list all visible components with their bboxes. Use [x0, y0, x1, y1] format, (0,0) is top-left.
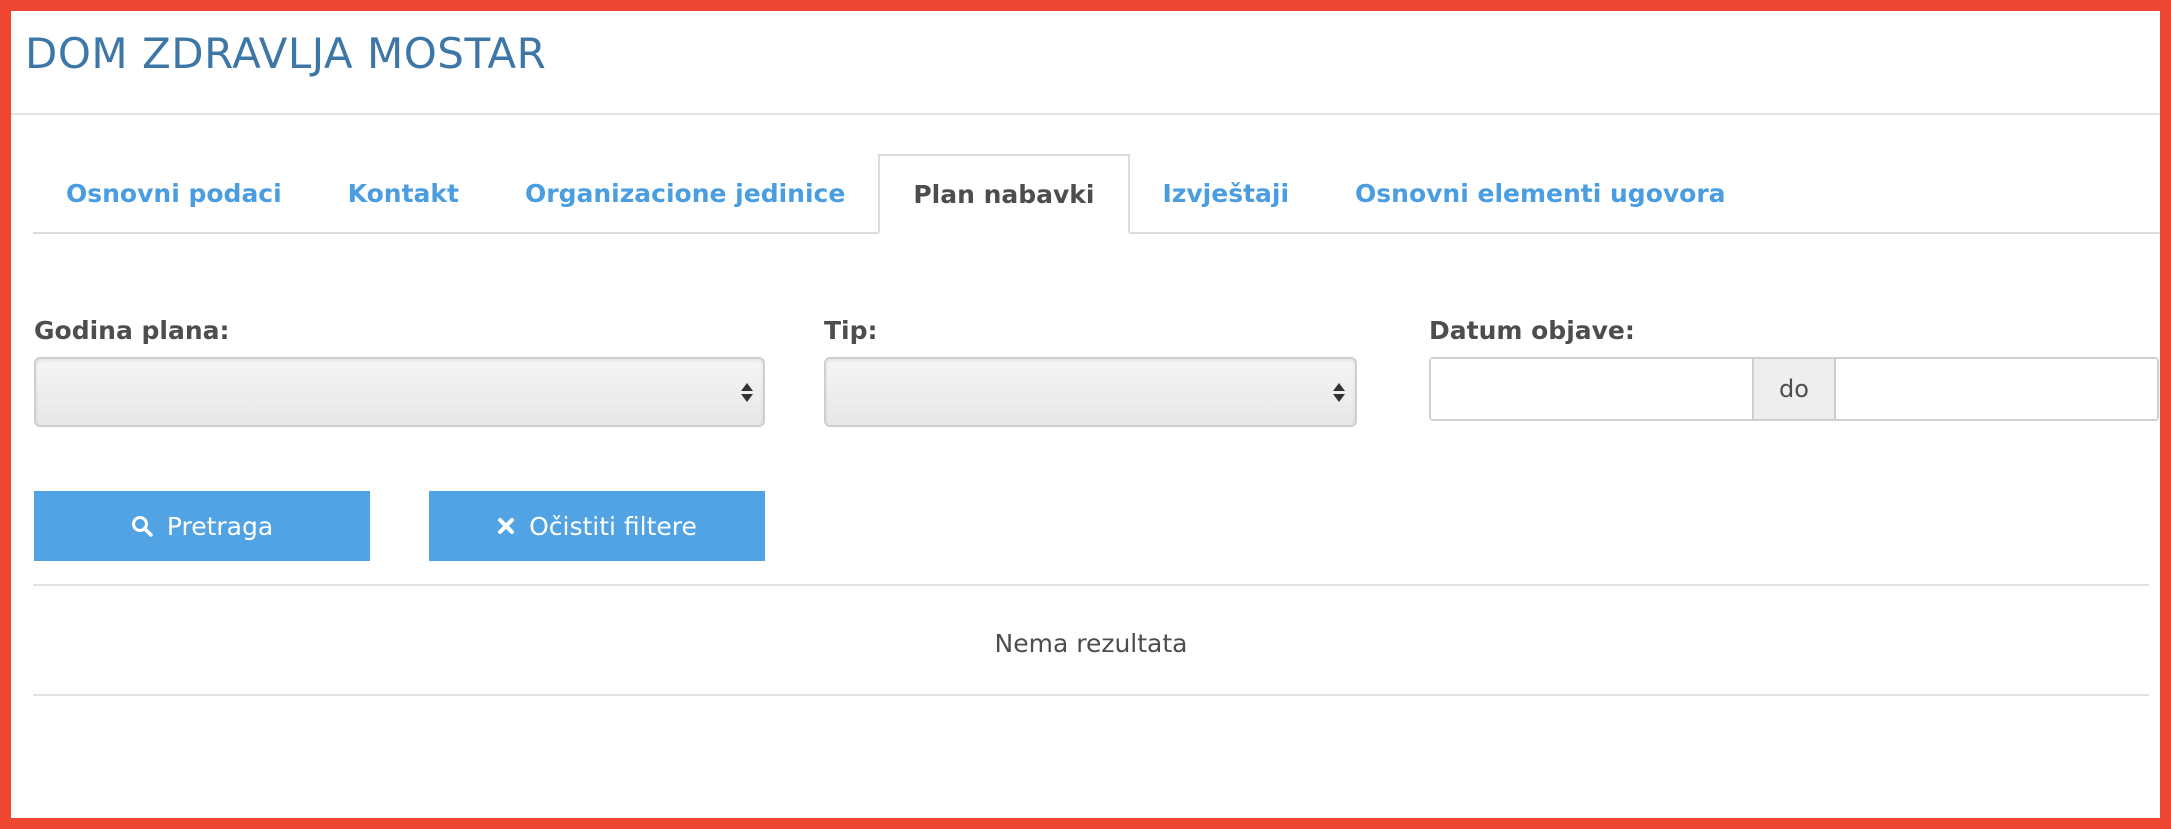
- tab-osnovni-podaci[interactable]: Osnovni podaci: [33, 154, 315, 232]
- date-label: Datum objave:: [1429, 316, 1635, 345]
- type-label: Tip:: [824, 316, 878, 345]
- tab-izvjestaji[interactable]: Izvještaji: [1130, 154, 1323, 232]
- select-arrows-icon: [1333, 379, 1345, 405]
- page-title: DOM ZDRAVLJA MOSTAR: [25, 29, 547, 78]
- page-header: DOM ZDRAVLJA MOSTAR: [11, 11, 2160, 115]
- date-to-input[interactable]: [1836, 359, 2157, 419]
- search-button-label: Pretraga: [166, 511, 274, 541]
- search-button[interactable]: Pretraga: [34, 491, 370, 561]
- clear-filters-label: Očistiti filtere: [529, 511, 697, 541]
- date-from-input[interactable]: [1431, 359, 1752, 419]
- select-arrows-icon: [741, 379, 753, 405]
- search-icon: [131, 515, 153, 537]
- type-select[interactable]: [824, 357, 1357, 427]
- tab-osnovni-elementi-ugovora[interactable]: Osnovni elementi ugovora: [1322, 154, 1759, 232]
- date-separator: do: [1752, 359, 1836, 419]
- year-select[interactable]: [34, 357, 765, 427]
- tab-kontakt[interactable]: Kontakt: [315, 154, 492, 232]
- empty-results-message: Nema rezultata: [994, 629, 1188, 658]
- clear-filters-button[interactable]: Očistiti filtere: [429, 491, 765, 561]
- tab-organizacione-jedinice[interactable]: Organizacione jedinice: [492, 154, 878, 232]
- results-top-divider: [33, 584, 2149, 586]
- results-bottom-divider: [33, 694, 2149, 696]
- tab-bar: Osnovni podaci Kontakt Organizacione jed…: [33, 154, 2160, 234]
- close-icon: [497, 517, 515, 535]
- tab-plan-nabavki[interactable]: Plan nabavki: [878, 154, 1130, 234]
- year-label: Godina plana:: [34, 316, 230, 345]
- date-range: do: [1429, 357, 2159, 421]
- page-frame: DOM ZDRAVLJA MOSTAR Osnovni podaci Konta…: [0, 0, 2171, 829]
